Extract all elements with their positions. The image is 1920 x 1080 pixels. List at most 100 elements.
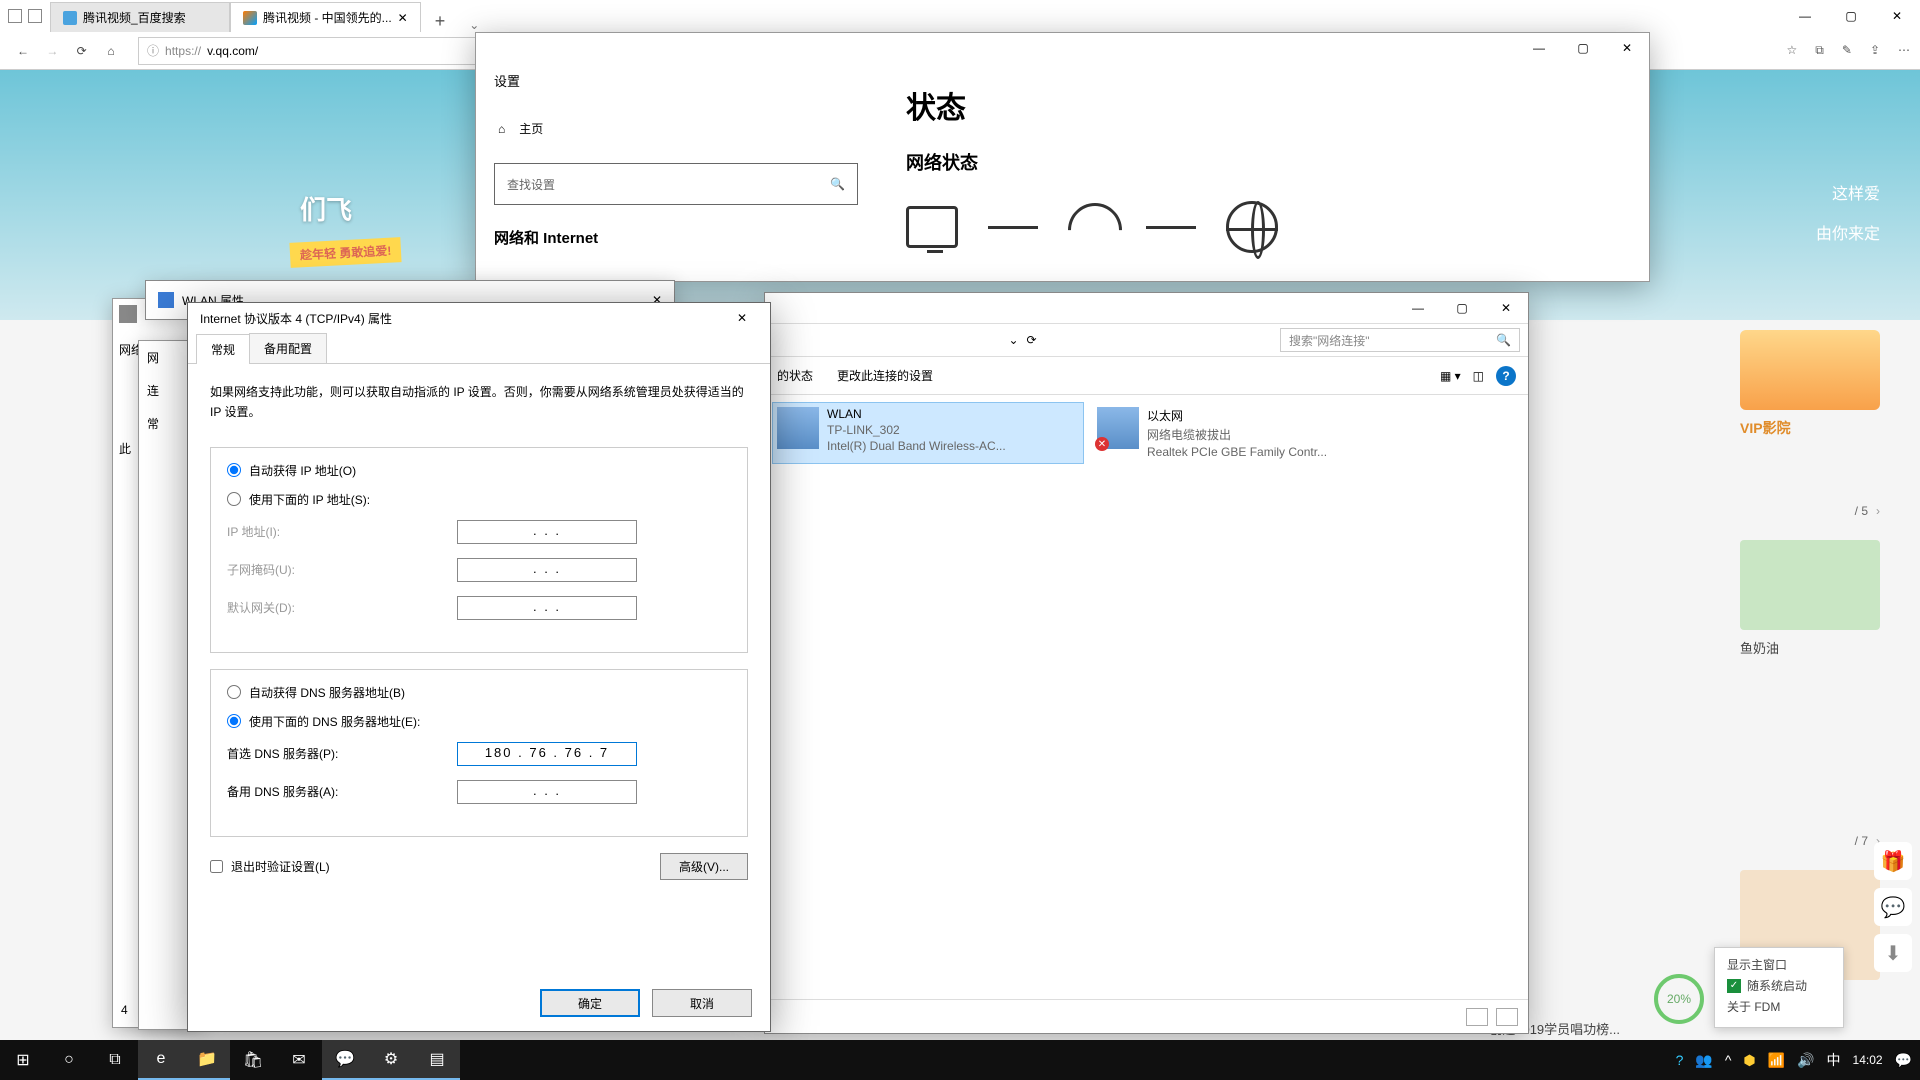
ok-button[interactable]: 确定	[540, 989, 640, 1017]
btn-panel-icon[interactable]	[8, 9, 22, 23]
radio-manual-dns[interactable]: 使用下面的 DNS 服务器地址(E):	[227, 713, 731, 730]
tab-alternate[interactable]: 备用配置	[249, 333, 327, 363]
tray-help-icon[interactable]: ?	[1676, 1052, 1684, 1068]
tab-overflow-icon[interactable]: ⌄	[459, 18, 489, 32]
netwin-search[interactable]: 搜索"网络连接" 🔍	[1280, 328, 1520, 352]
adapter-ethernet[interactable]: 以太网 网络电缆被拔出 Realtek PCIe GBE Family Cont…	[1093, 403, 1403, 463]
close-icon[interactable]: ✕	[1874, 0, 1920, 32]
view-details-icon[interactable]	[1496, 1008, 1518, 1026]
taskbar-explorer[interactable]: 📁	[184, 1040, 230, 1080]
rating-row-1[interactable]: / 5›	[1855, 490, 1880, 518]
url-scheme: https://	[165, 44, 201, 58]
refresh-icon[interactable]: ⟳	[1027, 333, 1037, 347]
gateway-input: . . .	[457, 596, 637, 620]
cancel-button[interactable]: 取消	[652, 989, 752, 1017]
adapter-wlan[interactable]: WLAN TP-LINK_302 Intel(R) Dual Band Wire…	[773, 403, 1083, 463]
tab-qqvideo[interactable]: 腾讯视频 - 中国领先的... ✕	[230, 2, 421, 32]
settings-home[interactable]: ⌂ 主页	[494, 110, 858, 147]
radio-input[interactable]	[227, 492, 241, 506]
tray-notifications-icon[interactable]: 💬	[1895, 1052, 1912, 1069]
radio-input[interactable]	[227, 685, 241, 699]
chevron-down-icon[interactable]: ⌄	[1008, 333, 1018, 347]
browser-titlebar: 腾讯视频_百度搜索 腾讯视频 - 中国领先的... ✕ + ⌄ — ▢ ✕	[0, 0, 1920, 32]
taskbar-edge[interactable]: e	[138, 1040, 184, 1080]
favorite-icon[interactable]: ☆	[1787, 43, 1798, 58]
forward-icon[interactable]: →	[39, 38, 65, 64]
speed-ring[interactable]: 20%	[1654, 974, 1704, 1024]
menu-label: 随系统启动	[1747, 977, 1807, 994]
tray-volume-icon[interactable]: 🔊	[1797, 1052, 1814, 1069]
side-text-1: 这样爱	[1832, 180, 1880, 204]
chat-icon[interactable]: 💬	[1874, 888, 1912, 926]
tool-change[interactable]: 更改此连接的设置	[837, 367, 933, 384]
reading-list-icon[interactable]: ⧉	[1815, 43, 1824, 58]
start-button[interactable]: ⊞	[0, 1040, 46, 1080]
more-icon[interactable]: ⋯	[1898, 43, 1910, 58]
url-text: v.qq.com/	[207, 44, 258, 58]
settings-category: 网络和 Internet	[494, 227, 858, 248]
new-tab-button[interactable]: +	[421, 11, 460, 32]
maximize-icon[interactable]: ▢	[1561, 33, 1605, 63]
tray-security-icon[interactable]: ⬢	[1743, 1052, 1755, 1069]
task-view-icon[interactable]: ⧉	[92, 1040, 138, 1080]
minimize-icon[interactable]: —	[1517, 33, 1561, 63]
menu-autostart[interactable]: ✓随系统启动	[1727, 977, 1831, 994]
close-icon[interactable]: ✕	[398, 11, 408, 25]
tab-general[interactable]: 常规	[196, 334, 250, 364]
refresh-icon[interactable]: ⟳	[69, 38, 95, 64]
radio-label: 自动获得 DNS 服务器地址(B)	[249, 684, 405, 701]
vip-card[interactable]: VIP影院	[1740, 330, 1880, 438]
dialog-titlebar: Internet 协议版本 4 (TCP/IPv4) 属性 ✕	[188, 303, 770, 333]
view-list-icon[interactable]	[1466, 1008, 1488, 1026]
close-icon[interactable]: ✕	[1484, 293, 1528, 323]
taskbar-mail[interactable]: ✉	[276, 1040, 322, 1080]
checkbox-validate[interactable]: 退出时验证设置(L)	[210, 858, 330, 875]
radio-auto-dns[interactable]: 自动获得 DNS 服务器地址(B)	[227, 684, 731, 701]
close-icon[interactable]: ✕	[726, 311, 758, 325]
thumb-card[interactable]: 鱼奶油	[1740, 540, 1880, 657]
menu-about[interactable]: 关于 FDM	[1727, 998, 1831, 1015]
taskbar-settings[interactable]: ⚙	[368, 1040, 414, 1080]
maximize-icon[interactable]: ▢	[1828, 0, 1874, 32]
taskbar-wechat[interactable]: 💬	[322, 1040, 368, 1080]
preview-pane-icon[interactable]: ◫	[1473, 369, 1484, 383]
home-icon[interactable]: ⌂	[98, 38, 124, 64]
taskbar-app[interactable]: ▤	[414, 1040, 460, 1080]
help-icon[interactable]: ?	[1496, 366, 1516, 386]
tray-wifi-icon[interactable]: 📶	[1768, 1052, 1785, 1069]
menu-show-main[interactable]: 显示主窗口	[1727, 956, 1831, 973]
cortana-icon[interactable]: ○	[46, 1040, 92, 1080]
close-icon[interactable]: ✕	[1605, 33, 1649, 63]
tray-people-icon[interactable]: 👥	[1695, 1052, 1712, 1069]
tab-baidu[interactable]: 腾讯视频_百度搜索	[50, 2, 230, 32]
maximize-icon[interactable]: ▢	[1440, 293, 1484, 323]
advanced-button[interactable]: 高级(V)...	[660, 853, 748, 880]
back-icon[interactable]: ←	[10, 38, 36, 64]
tray-chevron-up-icon[interactable]: ^	[1725, 1052, 1732, 1068]
tray-ime[interactable]: 中	[1827, 1050, 1841, 1070]
minimize-icon[interactable]: —	[1782, 0, 1828, 32]
radio-input[interactable]	[227, 714, 241, 728]
tool-status[interactable]: 的状态	[777, 367, 813, 384]
line-icon	[1146, 226, 1196, 229]
notes-icon[interactable]: ✎	[1842, 43, 1852, 58]
checkbox-input[interactable]	[210, 860, 223, 873]
dns1-input[interactable]: 180 . 76 . 76 . 7	[457, 742, 637, 766]
download-icon[interactable]: ⬇	[1874, 934, 1912, 972]
tray-clock[interactable]: 14:02	[1853, 1053, 1883, 1067]
settings-search[interactable]: 查找设置 🔍	[494, 163, 858, 205]
favicon-icon	[243, 11, 257, 25]
radio-input[interactable]	[227, 463, 241, 477]
share-icon[interactable]: ⇪	[1870, 43, 1880, 58]
dns2-input[interactable]: . . .	[457, 780, 637, 804]
line-icon	[988, 226, 1038, 229]
rate-value: / 7	[1855, 834, 1868, 848]
gift-icon[interactable]: 🎁	[1874, 842, 1912, 880]
minimize-icon[interactable]: —	[1396, 293, 1440, 323]
view-mode-icon[interactable]: ▦ ▾	[1440, 369, 1461, 383]
taskbar-store[interactable]: 🛍	[230, 1040, 276, 1080]
netwin-addressbar: ⌄ ⟳ 搜索"网络连接" 🔍	[765, 323, 1528, 357]
radio-manual-ip[interactable]: 使用下面的 IP 地址(S):	[227, 491, 731, 508]
radio-auto-ip[interactable]: 自动获得 IP 地址(O)	[227, 462, 731, 479]
btn-sidebar-icon[interactable]	[28, 9, 42, 23]
